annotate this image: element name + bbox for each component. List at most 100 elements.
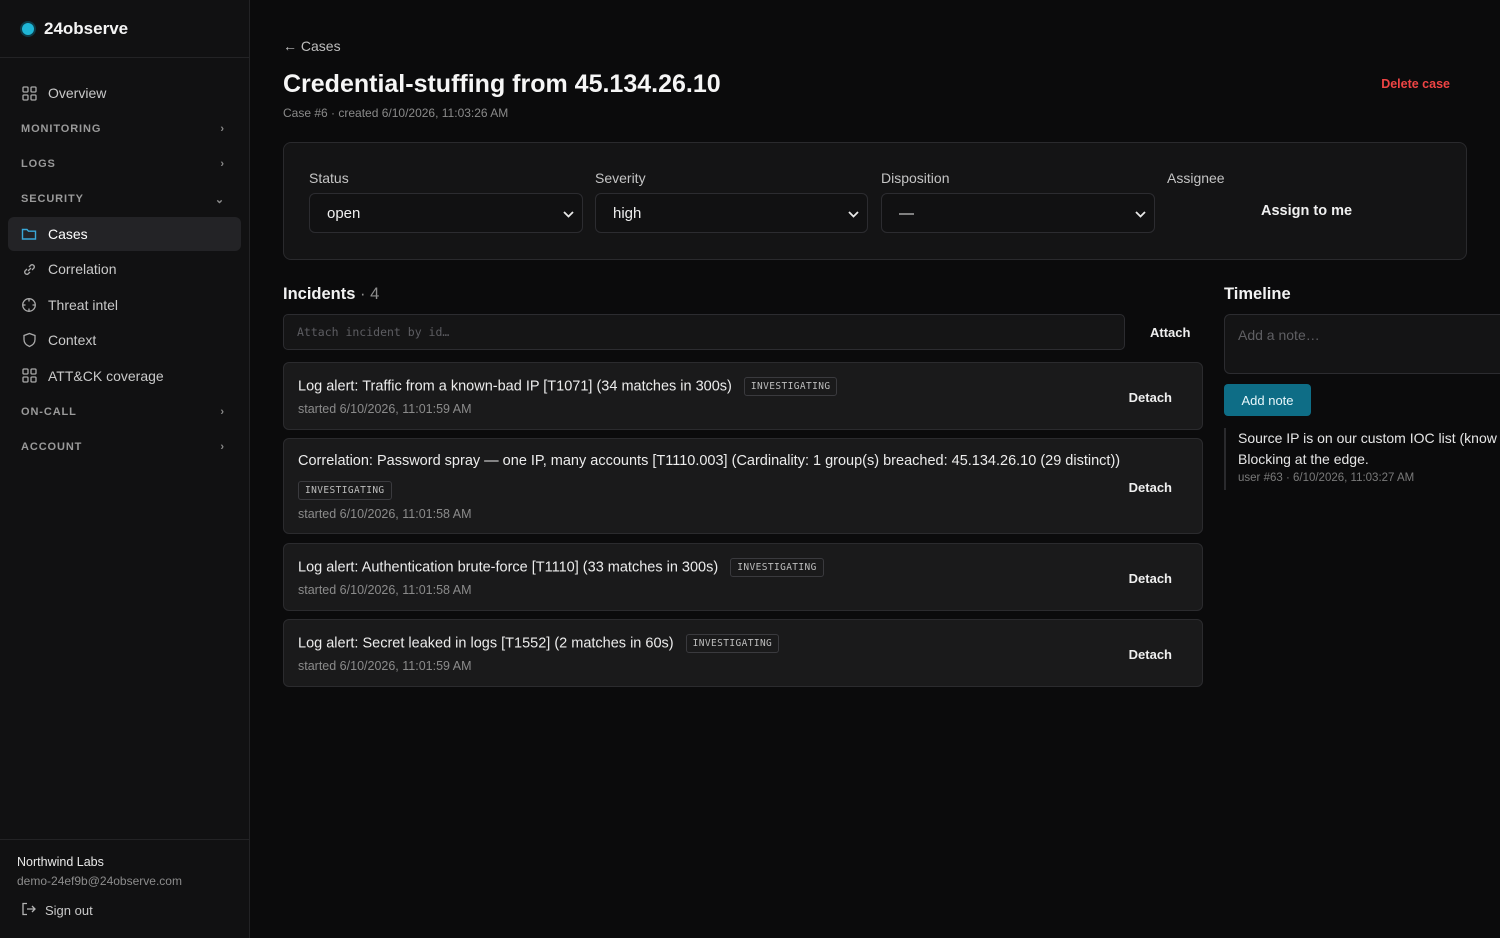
case-fields-panel: Status open Severity high Disposition — … bbox=[283, 142, 1467, 260]
chevron-down-icon bbox=[848, 205, 859, 222]
sidebar-item-label: Context bbox=[48, 332, 97, 348]
sign-out-label: Sign out bbox=[45, 903, 93, 918]
disposition-field: Disposition — bbox=[881, 170, 1155, 233]
attach-incident-input[interactable] bbox=[283, 314, 1125, 350]
incident-title: Log alert: Authentication brute-force [T… bbox=[298, 558, 824, 577]
severity-select[interactable]: high bbox=[595, 193, 868, 233]
severity-label: Severity bbox=[595, 170, 646, 186]
sidebar-item-context[interactable]: Context bbox=[8, 323, 241, 357]
detach-button[interactable]: Detach bbox=[1129, 390, 1172, 405]
status-label: Status bbox=[309, 170, 349, 186]
sidebar-section-account[interactable]: ACCOUNT › bbox=[8, 429, 241, 464]
incident-started: started 6/10/2026, 11:01:58 AM bbox=[298, 583, 472, 597]
sidebar-item-correlation[interactable]: Correlation bbox=[8, 252, 241, 286]
incident-card: Log alert: Authentication brute-force [T… bbox=[283, 543, 1203, 611]
status-badge: INVESTIGATING bbox=[730, 558, 824, 577]
chevron-down-icon: ⌄ bbox=[214, 193, 225, 206]
incident-title-text: Log alert: Traffic from a known-bad IP [… bbox=[298, 378, 732, 395]
sidebar-item-overview[interactable]: Overview bbox=[8, 76, 241, 110]
sidebar-item-label: Threat intel bbox=[48, 296, 119, 313]
sidebar-section-security[interactable]: SECURITY ⌄ bbox=[8, 182, 241, 217]
sidebar-item-attck-coverage[interactable]: ATT&CK coverage bbox=[8, 359, 241, 393]
disposition-value: — bbox=[899, 204, 914, 222]
detach-button[interactable]: Detach bbox=[1129, 647, 1172, 662]
attach-button[interactable]: Attach bbox=[1150, 325, 1190, 340]
sidebar-item-cases[interactable]: Cases bbox=[8, 216, 241, 251]
chevron-right-icon: › bbox=[220, 158, 225, 170]
brand[interactable]: 24observe bbox=[0, 0, 249, 58]
main-content: ← Cases Credential-stuffing from 45.134.… bbox=[250, 0, 1500, 938]
folder-icon bbox=[21, 226, 37, 242]
crosshair-icon bbox=[21, 297, 37, 313]
sidebar-footer: Northwind Labs demo-24ef9b@24observe.com… bbox=[0, 839, 249, 938]
incidents-count: · 4 bbox=[360, 285, 380, 303]
severity-field: Severity high bbox=[595, 170, 868, 233]
link-icon bbox=[21, 261, 37, 277]
detach-button[interactable]: Detach bbox=[1129, 480, 1172, 495]
shield-icon bbox=[21, 332, 37, 348]
timeline-heading: Timeline bbox=[1224, 285, 1291, 303]
incident-card: Log alert: Traffic from a known-bad IP [… bbox=[283, 362, 1203, 430]
incident-started: started 6/10/2026, 11:01:59 AM bbox=[298, 659, 472, 673]
chevron-down-icon bbox=[563, 205, 574, 222]
incident-title: Log alert: Traffic from a known-bad IP [… bbox=[298, 377, 838, 396]
incident-title-text: Log alert: Authentication brute-force [T… bbox=[298, 559, 719, 576]
assignee-field: Assignee bbox=[1167, 170, 1441, 186]
sign-out-icon bbox=[21, 902, 36, 919]
assign-to-me-button[interactable]: Assign to me bbox=[1261, 203, 1352, 219]
delete-case-button[interactable]: Delete case bbox=[1381, 77, 1450, 91]
chevron-right-icon: › bbox=[220, 440, 225, 453]
add-note-button[interactable]: Add note bbox=[1224, 384, 1311, 416]
sidebar: 24observe Overview MONITORING › LOGS › S… bbox=[0, 0, 250, 938]
grid-icon bbox=[21, 85, 37, 101]
sign-out-button[interactable]: Sign out bbox=[17, 902, 232, 919]
section-label: ACCOUNT bbox=[21, 440, 83, 453]
incident-card: Correlation: Password spray — one IP, ma… bbox=[283, 438, 1203, 534]
timeline-entry-text: Source IP is on our custom IOC list (kno… bbox=[1238, 430, 1497, 446]
status-field: Status open bbox=[309, 170, 583, 233]
section-label: SECURITY bbox=[21, 193, 84, 205]
brand-logo-icon bbox=[22, 22, 34, 35]
sidebar-section-logs[interactable]: LOGS › bbox=[8, 147, 241, 182]
grid-icon bbox=[21, 368, 37, 384]
incident-title-text: Log alert: Secret leaked in logs [T1552]… bbox=[298, 635, 674, 652]
page-title: Credential-stuffing from 45.134.26.10 bbox=[283, 70, 721, 98]
note-textarea[interactable]: Add a note… bbox=[1224, 314, 1500, 374]
incident-title: Correlation: Password spray — one IP, ma… bbox=[298, 453, 1121, 469]
back-link[interactable]: ← Cases bbox=[283, 38, 341, 54]
sidebar-item-label: Overview bbox=[48, 85, 107, 101]
chevron-right-icon: › bbox=[220, 405, 225, 418]
incident-started: started 6/10/2026, 11:01:59 AM bbox=[298, 402, 472, 416]
incident-started: started 6/10/2026, 11:01:58 AM bbox=[298, 507, 472, 521]
status-badge: INVESTIGATING bbox=[743, 377, 838, 396]
disposition-label: Disposition bbox=[881, 170, 950, 186]
status-value: open bbox=[327, 204, 361, 222]
timeline-entry: Source IP is on our custom IOC list (kno… bbox=[1224, 428, 1500, 490]
section-label: LOGS bbox=[21, 158, 56, 170]
org-name: Northwind Labs bbox=[17, 855, 104, 869]
incident-badge-row: INVESTIGATING bbox=[298, 481, 392, 500]
incident-card: Log alert: Secret leaked in logs [T1552]… bbox=[283, 619, 1203, 687]
timeline-entry-meta: user #63 · 6/10/2026, 11:03:27 AM bbox=[1238, 472, 1415, 484]
sidebar-item-label: Correlation bbox=[48, 261, 117, 277]
chevron-right-icon: › bbox=[220, 123, 225, 135]
status-select[interactable]: open bbox=[309, 193, 583, 233]
disposition-select[interactable]: — bbox=[881, 193, 1155, 233]
brand-name: 24observe bbox=[44, 18, 129, 38]
section-label: MONITORING bbox=[21, 123, 102, 135]
case-meta: Case #6 · created 6/10/2026, 11:03:26 AM bbox=[283, 106, 509, 120]
sidebar-item-threat-intel[interactable]: Threat intel bbox=[8, 288, 241, 322]
chevron-down-icon bbox=[1135, 205, 1146, 222]
section-label: ON-CALL bbox=[21, 405, 77, 418]
sidebar-section-monitoring[interactable]: MONITORING › bbox=[8, 112, 241, 147]
severity-value: high bbox=[613, 204, 642, 222]
status-badge: INVESTIGATING bbox=[298, 481, 392, 500]
incident-title: Log alert: Secret leaked in logs [T1552]… bbox=[298, 634, 780, 653]
user-email: demo-24ef9b@24observe.com bbox=[17, 874, 182, 888]
assignee-label: Assignee bbox=[1167, 170, 1225, 186]
sidebar-section-on-call[interactable]: ON-CALL › bbox=[8, 394, 241, 429]
incidents-heading: Incidents · 4 bbox=[283, 285, 379, 304]
sidebar-nav: Overview MONITORING › LOGS › SECURITY ⌄ … bbox=[0, 58, 249, 464]
timeline-entry-text: Blocking at the edge. bbox=[1238, 451, 1369, 467]
detach-button[interactable]: Detach bbox=[1129, 571, 1172, 586]
